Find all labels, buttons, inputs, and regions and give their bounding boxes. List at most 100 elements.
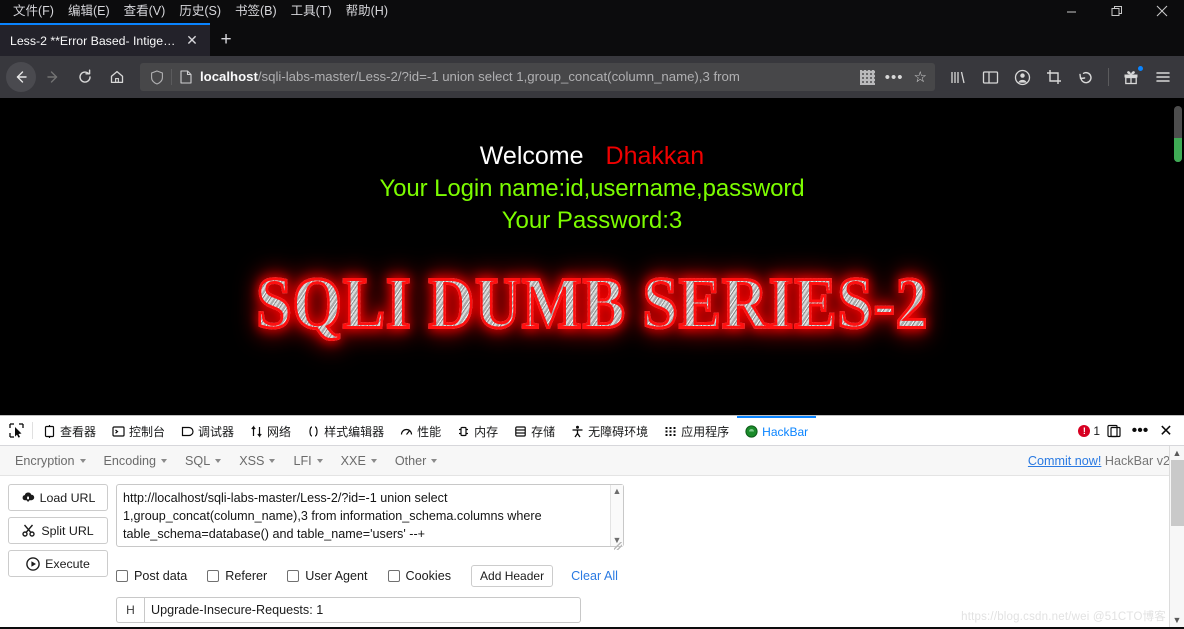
hackbar-menu-sql[interactable]: SQL (176, 451, 230, 471)
url-textarea[interactable] (116, 484, 624, 547)
devtools-toolbar-right: ! 1 ••• ✕ (1078, 416, 1184, 445)
url-bar[interactable]: localhost/sqli-labs-master/Less-2/?id=-1… (140, 63, 935, 91)
devtools-scrollbar[interactable]: ▲ ▼ (1169, 446, 1184, 627)
screenshot-button[interactable] (1039, 62, 1069, 92)
clear-all-link[interactable]: Clear All (571, 569, 618, 583)
textarea-resize-grip[interactable] (614, 542, 622, 550)
close-button[interactable] (1139, 0, 1184, 22)
header-key-field[interactable]: H (116, 597, 144, 623)
sync-button[interactable] (1071, 62, 1101, 92)
checkbox-box[interactable] (287, 570, 300, 582)
error-icon: ! (1078, 424, 1091, 437)
devtools-tab-label: 应用程序 (681, 425, 730, 439)
logo-wrapper: SQLI DUMB SERIES-2 (0, 262, 1184, 345)
header-value-field[interactable]: Upgrade-Insecure-Requests: 1 (144, 597, 581, 623)
forward-button[interactable] (38, 62, 68, 92)
network-icon (250, 425, 263, 438)
style-editor-icon (307, 425, 320, 438)
checkbox-box[interactable] (207, 570, 220, 582)
cookies-checkbox[interactable]: Cookies (387, 569, 451, 583)
dock-position-button[interactable] (1102, 419, 1126, 443)
devtools-tab-memory[interactable]: 内存 (449, 416, 506, 445)
load-url-button[interactable]: Load URL (8, 484, 108, 511)
play-circle-icon (26, 556, 40, 571)
devtools-tab-label: 性能 (417, 425, 442, 439)
commit-now-link[interactable]: Commit now! (1028, 454, 1101, 468)
devtools-tab-hackbar[interactable]: HackBar (737, 416, 817, 445)
page-actions-icon[interactable]: ••• (879, 69, 910, 86)
devtools-tab-application[interactable]: 应用程序 (656, 416, 737, 445)
page-info-icon[interactable] (175, 66, 197, 88)
hackbar-menu-other[interactable]: Other (386, 451, 447, 471)
browser-tab-active[interactable]: Less-2 **Error Based- Intiger** ✕ (0, 23, 210, 56)
page-scrollbar[interactable] (1171, 98, 1184, 415)
tab-close-icon[interactable]: ✕ (182, 31, 202, 51)
scroll-down-arrow-icon[interactable]: ▼ (1173, 613, 1182, 627)
devtools-tab-storage[interactable]: 存储 (506, 416, 563, 445)
button-label: Execute (45, 556, 90, 571)
devtools-tab-label: 存储 (531, 425, 556, 439)
app-menu-button[interactable] (1148, 62, 1178, 92)
gift-button[interactable] (1116, 62, 1146, 92)
new-tab-button[interactable]: + (210, 23, 242, 56)
user-agent-checkbox[interactable]: User Agent (287, 569, 368, 583)
page-scrollbar-thumb[interactable] (1174, 106, 1182, 162)
menu-item-view[interactable]: 查看(V) (117, 0, 173, 22)
execute-button[interactable]: Execute (8, 550, 108, 577)
scroll-up-arrow-icon[interactable]: ▲ (1173, 446, 1182, 460)
menu-item-bookmarks[interactable]: 书签(B) (228, 0, 284, 22)
hackbar-options-row: Post data Referer User Agent Cookies Add… (116, 565, 1184, 587)
bookmark-star-icon[interactable]: ☆ (910, 68, 931, 86)
header-row: H Upgrade-Insecure-Requests: 1 (116, 597, 581, 623)
devtools-tab-inspector[interactable]: 查看器 (35, 416, 104, 445)
hackbar-menu-lfi[interactable]: LFI (284, 451, 331, 471)
devtools-tab-label: 无障碍环境 (588, 425, 649, 439)
devtools-divider (32, 422, 33, 439)
element-picker-button[interactable] (2, 416, 30, 445)
menu-item-help[interactable]: 帮助(H) (339, 0, 395, 22)
url-host: localhost (200, 69, 258, 84)
devtools-more-button[interactable]: ••• (1128, 419, 1152, 443)
devtools-tab-accessibility[interactable]: 无障碍环境 (563, 416, 656, 445)
reload-button[interactable] (70, 62, 100, 92)
hackbar-menu-xss[interactable]: XSS (230, 451, 284, 471)
devtools-tab-console[interactable]: 控制台 (104, 416, 173, 445)
back-button[interactable] (6, 62, 36, 92)
checkbox-box[interactable] (116, 570, 128, 582)
textarea-scrollbar[interactable]: ▲ ▼ (610, 485, 623, 546)
menu-item-history[interactable]: 历史(S) (172, 0, 228, 22)
devtools-tab-performance[interactable]: 性能 (392, 416, 449, 445)
devtools-tab-style-editor[interactable]: 样式编辑器 (299, 416, 392, 445)
url-text[interactable]: localhost/sqli-labs-master/Less-2/?id=-1… (197, 63, 860, 91)
back-arrow-icon (16, 71, 27, 83)
hackbar-menu-encryption[interactable]: Encryption (6, 451, 95, 471)
menu-item-file[interactable]: 文件(F) (6, 0, 61, 22)
referer-checkbox[interactable]: Referer (207, 569, 267, 583)
hackbar-version-area: Commit now! HackBar v2 (1028, 454, 1178, 468)
hackbar-menu-encoding[interactable]: Encoding (95, 451, 177, 471)
hackbar-menu-xxe[interactable]: XXE (332, 451, 386, 471)
sidebar-button[interactable] (975, 62, 1005, 92)
menu-label: XXE (340, 453, 366, 468)
devtools-close-button[interactable]: ✕ (1154, 419, 1178, 443)
scroll-up-icon[interactable]: ▲ (613, 486, 622, 496)
shield-icon[interactable] (146, 66, 168, 88)
add-header-button[interactable]: Add Header (471, 565, 554, 587)
minimize-button[interactable] (1049, 0, 1094, 22)
devtools-tab-debugger[interactable]: 调试器 (173, 416, 242, 445)
checkbox-box[interactable] (387, 570, 400, 582)
library-button[interactable] (943, 62, 973, 92)
error-count-badge[interactable]: ! 1 (1078, 424, 1100, 438)
split-url-button[interactable]: Split URL (8, 517, 108, 544)
menu-label: Encoding (103, 453, 157, 468)
restore-button[interactable] (1094, 0, 1139, 22)
account-button[interactable] (1007, 62, 1037, 92)
menu-item-tools[interactable]: 工具(T) (284, 0, 339, 22)
post-data-checkbox[interactable]: Post data (116, 569, 187, 583)
devtools-scrollbar-thumb[interactable] (1170, 460, 1184, 526)
home-button[interactable] (102, 62, 132, 92)
qr-code-icon[interactable] (859, 69, 875, 85)
devtools-tab-bar: 查看器 控制台 调试器 网络 样式编辑器 性能 内存 存储 无障碍环境 应用程序… (0, 416, 1184, 446)
menu-item-edit[interactable]: 编辑(E) (61, 0, 117, 22)
devtools-tab-network[interactable]: 网络 (242, 416, 299, 445)
